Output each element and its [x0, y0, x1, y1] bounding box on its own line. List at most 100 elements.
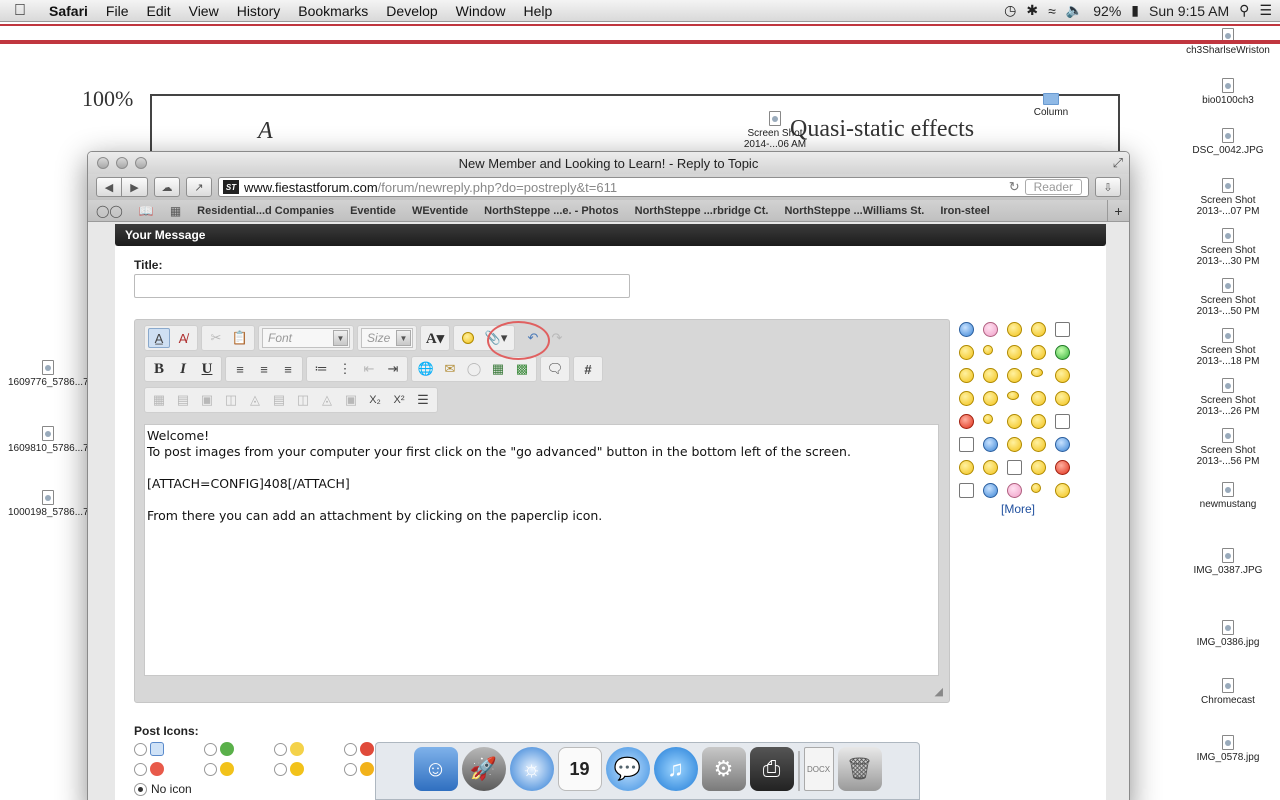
calendar-icon[interactable]: 19 [557, 747, 602, 791]
insert-table-icon[interactable]: ▦ [148, 390, 170, 410]
menu-bookmarks[interactable]: Bookmarks [289, 3, 377, 19]
smilie-icon[interactable] [1007, 391, 1019, 400]
icloud-tabs-button[interactable]: ☁ [154, 177, 180, 197]
desktop-icon[interactable]: 1000198_5786...78222..._n.jpg [8, 490, 146, 518]
new-tab-plus-icon[interactable]: + [1107, 200, 1129, 222]
radio[interactable] [204, 762, 217, 776]
battery-icon[interactable]: ▮ [1131, 2, 1139, 19]
smilie-icon[interactable] [1031, 322, 1046, 337]
wysiwyg-mode-icon[interactable]: A̲ [148, 328, 170, 348]
resize-handle-icon[interactable]: ◢ [935, 685, 943, 698]
apple-menu-icon[interactable]:  [0, 2, 40, 20]
smilie-icon[interactable] [959, 322, 974, 337]
smilie-icon[interactable] [1007, 460, 1022, 475]
bookmark-item[interactable]: NorthSteppe ...rbridge Ct. [635, 205, 769, 217]
spotlight-icon[interactable]: ⚲ [1239, 2, 1249, 19]
italic-icon[interactable]: I [172, 359, 194, 379]
insert-link-icon[interactable]: 🌐 [415, 359, 437, 379]
insert-video-icon[interactable]: ▩ [511, 359, 533, 379]
menu-help[interactable]: Help [514, 3, 561, 19]
font-select[interactable]: Font ▼ [262, 328, 350, 348]
smilie-icon[interactable] [959, 414, 974, 429]
align-right-icon[interactable]: ≡ [277, 359, 299, 379]
bookmark-item[interactable]: Residential...d Companies [197, 205, 334, 217]
system-preferences-icon[interactable]: ⚙ [701, 747, 746, 791]
smilie-icon[interactable] [1007, 483, 1022, 498]
paste-icon[interactable]: 📋 [229, 328, 251, 348]
post-icon-option[interactable] [134, 762, 204, 776]
smilie-icon[interactable] [1031, 437, 1046, 452]
smilie-icon[interactable] [983, 345, 993, 355]
smilie-icon[interactable] [1007, 414, 1022, 429]
desktop-icon[interactable]: Screen Shot 2013-...18 PM [1183, 328, 1273, 367]
post-icon-option[interactable] [204, 762, 274, 776]
time-machine-icon[interactable]: ◷ [1004, 2, 1016, 19]
reload-icon[interactable]: ↻ [1009, 179, 1020, 195]
smilie-icon[interactable] [983, 391, 998, 406]
smilie-icon[interactable] [1055, 437, 1070, 452]
remove-format-icon[interactable]: A̸ [172, 328, 194, 348]
desktop-icon[interactable]: Screen Shot 2013-...07 PM [1183, 178, 1273, 217]
bookmark-item[interactable]: WEventide [412, 205, 468, 217]
post-icon-option[interactable] [274, 762, 344, 776]
desktop-icon[interactable]: Screen Shot 2014-...06 AM [730, 111, 820, 150]
insert-image-icon[interactable]: ▦ [487, 359, 509, 379]
itunes-icon[interactable]: ♫ [653, 747, 698, 791]
smilie-icon[interactable] [1055, 391, 1070, 406]
smilie-icon[interactable] [1055, 483, 1070, 498]
bookmark-item[interactable]: Iron-steel [940, 205, 990, 217]
reading-list-icon[interactable]: ◯◯ [96, 204, 123, 218]
outdent-icon[interactable]: ⇤ [358, 359, 380, 379]
table-row-delete-icon[interactable]: ▣ [340, 390, 362, 410]
menu-history[interactable]: History [228, 3, 290, 19]
battery-percent[interactable]: 92% [1093, 3, 1121, 19]
table-delete-icon[interactable]: ▣ [196, 390, 218, 410]
smilie-icon[interactable] [1031, 391, 1046, 406]
smilie-icon[interactable] [959, 437, 974, 452]
safari-icon[interactable]: ☼ [509, 747, 554, 791]
volume-icon[interactable]: 🔈 [1066, 2, 1083, 19]
clock[interactable]: Sun 9:15 AM [1149, 3, 1229, 19]
smilie-icon[interactable] [1007, 368, 1022, 383]
radio[interactable] [344, 742, 357, 756]
radio[interactable] [204, 742, 217, 756]
smilie-icon[interactable] [983, 368, 998, 383]
align-left-icon[interactable]: ≡ [229, 359, 251, 379]
desktop-icon[interactable]: DSC_0042.JPG [1183, 128, 1273, 156]
smilie-icon[interactable] [959, 345, 974, 360]
smilie-icon[interactable] [983, 483, 998, 498]
desktop-icon[interactable]: Chromecast [1183, 678, 1273, 706]
radio[interactable] [274, 742, 287, 756]
smilie-icon[interactable] [457, 328, 479, 348]
desktop-icon[interactable]: Screen Shot 2013-...30 PM [1183, 228, 1273, 267]
desktop-icon[interactable]: Column [1006, 93, 1096, 118]
smilie-icon[interactable] [1031, 368, 1043, 377]
smilie-icon[interactable] [983, 460, 998, 475]
no-icon-option[interactable]: No icon [134, 782, 414, 796]
radio[interactable] [134, 762, 147, 776]
size-select[interactable]: Size ▼ [361, 328, 413, 348]
messages-icon[interactable]: 💬 [605, 747, 650, 791]
table-row-before-icon[interactable]: ◫ [292, 390, 314, 410]
post-icon-option[interactable] [204, 742, 274, 756]
bluetooth-icon[interactable]: ✱ [1026, 2, 1038, 19]
printer-icon[interactable]: ⎙ [749, 747, 794, 791]
desktop-icon[interactable]: IMG_0387.JPG [1183, 548, 1273, 576]
launchpad-icon[interactable]: 🚀 [461, 747, 506, 791]
insert-email-icon[interactable]: ✉ [439, 359, 461, 379]
more-smilies-link[interactable]: [More] [1001, 502, 1089, 516]
smilie-icon[interactable] [983, 414, 993, 424]
subscript-icon[interactable]: X₂ [364, 390, 386, 410]
radio[interactable] [344, 762, 357, 776]
wifi-icon[interactable]: ≈ [1048, 3, 1056, 19]
bookmark-item[interactable]: Eventide [350, 205, 396, 217]
bookmark-item[interactable]: NorthSteppe ...e. - Photos [484, 205, 618, 217]
quote-icon[interactable]: 🗨 [544, 359, 566, 379]
forward-button[interactable]: ▶ [122, 177, 148, 197]
trash-icon[interactable]: 🗑 [837, 747, 882, 791]
smilie-icon[interactable] [959, 391, 974, 406]
back-button[interactable]: ◀ [96, 177, 122, 197]
unordered-list-icon[interactable]: ⋮ [334, 359, 356, 379]
fullscreen-icon[interactable]: ⤢ [1113, 155, 1123, 171]
undo-icon[interactable]: ↶ [522, 328, 544, 348]
